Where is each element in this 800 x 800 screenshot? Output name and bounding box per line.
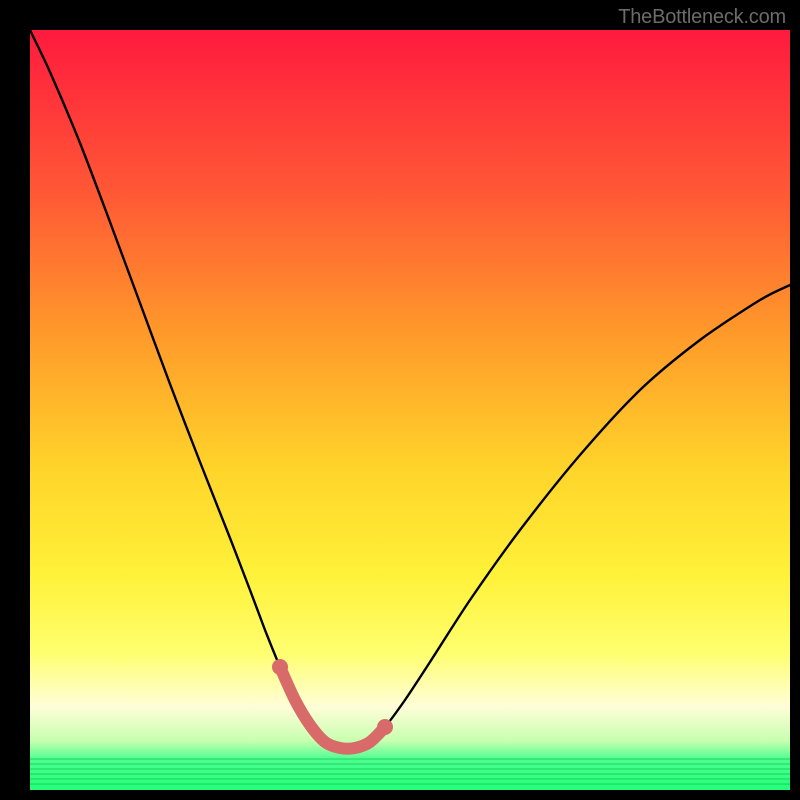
bottleneck-chart [0, 0, 800, 800]
highlight-endpoint [377, 719, 393, 735]
gradient-background [30, 30, 790, 790]
watermark-text: TheBottleneck.com [618, 6, 786, 29]
chart-stage: TheBottleneck.com [0, 0, 800, 800]
highlight-endpoint [272, 659, 288, 675]
